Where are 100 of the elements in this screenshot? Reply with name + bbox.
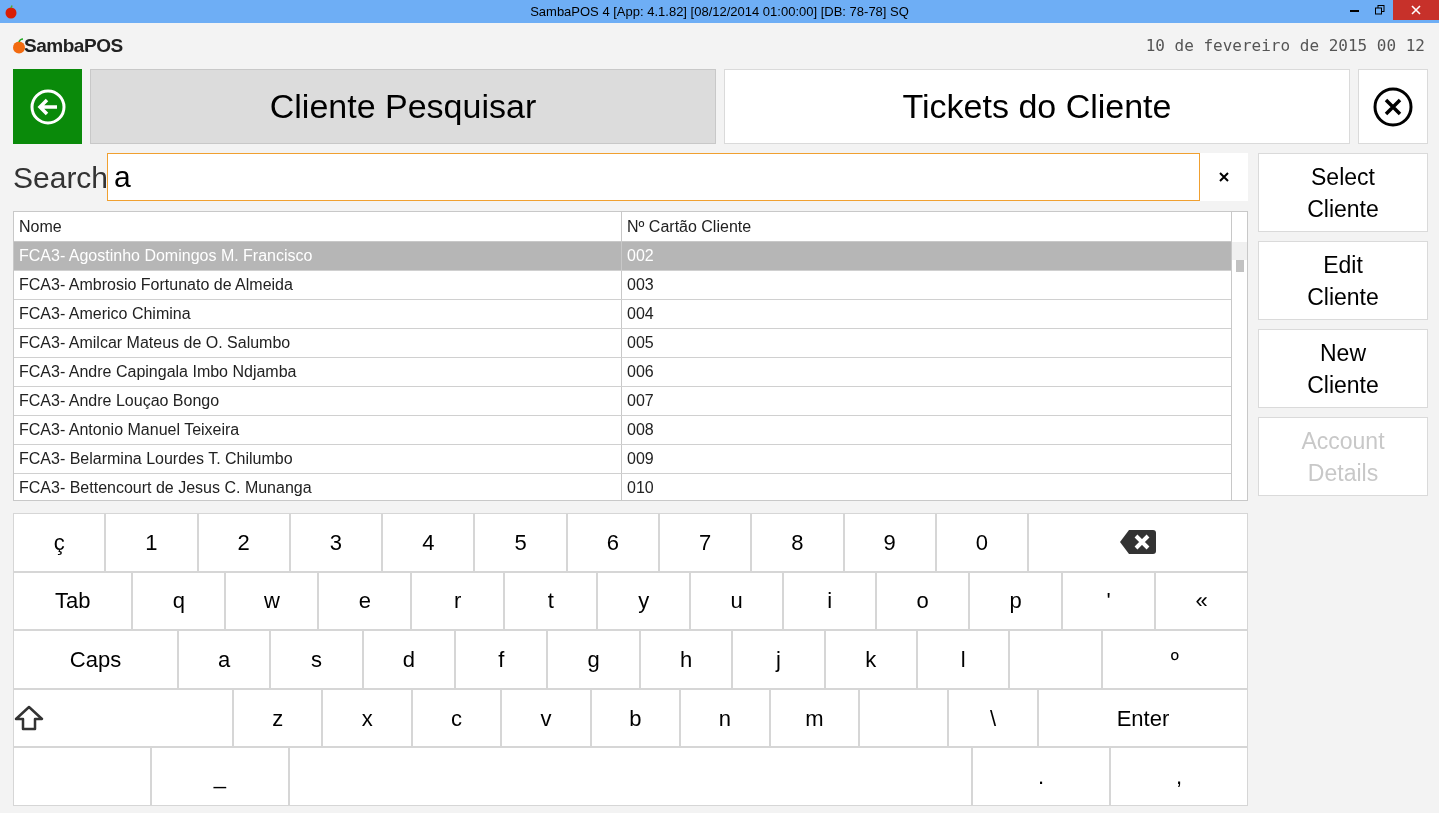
table-row[interactable]: FCA3- Belarmina Lourdes T. Chilumbo 009: [14, 445, 1231, 474]
table-cell-text: 009: [626, 449, 655, 469]
table-row[interactable]: FCA3- Bettencourt de Jesus C. Munanga 010: [14, 474, 1231, 500]
scrollbar[interactable]: [1231, 212, 1247, 500]
keyboard-key[interactable]: k: [824, 630, 917, 689]
keyboard-key[interactable]: w: [225, 571, 319, 631]
column-header[interactable]: Nome: [14, 212, 622, 241]
action-button[interactable]: Select Cliente: [1258, 153, 1428, 232]
keyboard-key[interactable]: d: [362, 630, 456, 689]
keyboard-key[interactable]: r: [411, 571, 505, 631]
search-field[interactable]: a: [107, 153, 1200, 201]
keyboard-key[interactable]: f: [455, 630, 548, 689]
column-header[interactable]: Nº Cartão Cliente: [622, 212, 1231, 241]
table-cell-text: 007: [626, 391, 655, 411]
keyboard-key[interactable]: º: [1101, 630, 1248, 689]
backspace-icon: [1119, 529, 1157, 556]
keyboard-key[interactable]: Caps: [13, 630, 179, 689]
blank-key[interactable]: [859, 688, 949, 748]
keyboard-key[interactable]: j: [732, 630, 825, 689]
keyboard-key[interactable]: i: [783, 571, 877, 631]
keyboard-key[interactable]: h: [639, 630, 733, 689]
search-label: Search: [13, 159, 107, 196]
keyboard-key[interactable]: v: [501, 688, 591, 748]
action-button[interactable]: Edit Cliente: [1258, 241, 1428, 320]
keyboard-key[interactable]: a: [178, 630, 271, 689]
apple-icon: [4, 4, 18, 19]
keyboard-key[interactable]: 9: [843, 513, 936, 572]
blank-key[interactable]: [13, 747, 151, 806]
logo-text: SambaPOS: [24, 33, 123, 58]
keyboard-key[interactable]: \: [948, 688, 1038, 748]
keyboard-key[interactable]: x: [322, 688, 412, 748]
keyboard-key[interactable]: z: [233, 688, 323, 748]
table-cell: FCA3- Antonio Manuel Teixeira: [14, 416, 622, 444]
keyboard-key[interactable]: b: [590, 688, 681, 748]
keyboard-key[interactable]: Tab: [13, 571, 133, 631]
keyboard-key[interactable]: 2: [197, 513, 290, 572]
close-icon: [1218, 171, 1230, 183]
table-row[interactable]: FCA3- Andre Capingala Imbo Ndjamba 006: [14, 358, 1231, 387]
table-cell: FCA3- Bettencourt de Jesus C. Munanga: [14, 474, 622, 500]
blank-key[interactable]: [288, 747, 973, 806]
table-cell: FCA3- Americo Chimina: [14, 300, 622, 328]
table-cell-text: 005: [626, 333, 655, 353]
table-cell-text: 008: [626, 420, 655, 440]
table-row[interactable]: FCA3- Ambrosio Fortunato de Almeida 003: [14, 271, 1231, 300]
nav-tab[interactable]: Cliente Pesquisar: [90, 69, 716, 144]
keyboard-key[interactable]: Enter: [1037, 688, 1249, 748]
restore-icon: [1375, 5, 1385, 15]
keyboard-key[interactable]: _: [150, 747, 289, 806]
table-cell: FCA3- Agostinho Domingos M. Francisco: [14, 242, 622, 270]
table-row[interactable]: FCA3- Americo Chimina 004: [14, 300, 1231, 329]
keyboard-key[interactable]: n: [680, 688, 770, 748]
keyboard-key[interactable]: 4: [382, 513, 475, 572]
keyboard-key[interactable]: c: [411, 688, 502, 748]
keyboard-key[interactable]: u: [690, 571, 784, 631]
keyboard-key[interactable]: «: [1155, 571, 1248, 631]
keyboard-key[interactable]: 7: [658, 513, 752, 572]
keyboard-key[interactable]: 1: [105, 513, 198, 572]
date-time: 10 de fevereiro de 2015 00 12: [1145, 35, 1425, 57]
table-row[interactable]: FCA3- Amilcar Mateus de O. Salumbo 005: [14, 329, 1231, 358]
table-cell: FCA3- Amilcar Mateus de O. Salumbo: [14, 329, 622, 357]
table-cell: FCA3- Andre Louçao Bongo: [14, 387, 622, 415]
close-circle-icon: [1373, 86, 1413, 127]
table-row[interactable]: FCA3- Andre Louçao Bongo 007: [14, 387, 1231, 416]
table-cell: FCA3- Andre Capingala Imbo Ndjamba: [14, 358, 622, 386]
logo-icon: [12, 38, 26, 54]
keyboard-key[interactable]: 6: [566, 513, 659, 572]
table-cell-text: 010: [626, 478, 655, 498]
keyboard-key[interactable]: ç: [13, 513, 106, 572]
close-screen-button[interactable]: [1358, 69, 1428, 144]
keyboard-key[interactable]: 0: [935, 513, 1029, 572]
minimize-icon: [1349, 8, 1359, 12]
keyboard-key[interactable]: g: [547, 630, 640, 689]
keyboard-key[interactable]: s: [270, 630, 363, 689]
keyboard-key[interactable]: e: [318, 571, 412, 631]
back-button[interactable]: [13, 69, 82, 144]
action-button[interactable]: New Cliente: [1258, 329, 1428, 408]
shift-key[interactable]: [13, 688, 234, 748]
keyboard-key[interactable]: ': [1062, 571, 1156, 631]
keyboard-key[interactable]: 8: [751, 513, 844, 572]
keyboard-key[interactable]: o: [876, 571, 970, 631]
keyboard-key[interactable]: 5: [474, 513, 567, 572]
keyboard-key[interactable]: q: [132, 571, 226, 631]
keyboard-key[interactable]: l: [916, 630, 1010, 689]
keyboard-key[interactable]: p: [969, 571, 1063, 631]
keyboard-key[interactable]: m: [769, 688, 859, 748]
keyboard-key[interactable]: .: [972, 747, 1111, 806]
nav-tab[interactable]: Tickets do Cliente: [724, 69, 1350, 144]
keyboard-key[interactable]: y: [597, 571, 691, 631]
blank-key[interactable]: [1009, 630, 1102, 689]
table-cell-text: 002: [626, 246, 655, 266]
table-row[interactable]: FCA3- Antonio Manuel Teixeira 008: [14, 416, 1231, 445]
window-title: SambaPOS 4 [App: 4.1.82] [08/12/2014 01:00:00] [DB: 78-78] SQ: [530, 2, 909, 21]
keyboard-key[interactable]: ,: [1110, 747, 1248, 806]
keyboard-key[interactable]: t: [504, 571, 598, 631]
table-cell: FCA3- Ambrosio Fortunato de Almeida: [14, 271, 622, 299]
table-cell-text: 006: [626, 362, 655, 382]
table-cell: FCA3- Belarmina Lourdes T. Chilumbo: [14, 445, 622, 473]
close-icon: [1411, 5, 1421, 15]
backspace-key[interactable]: [1028, 513, 1248, 572]
keyboard-key[interactable]: 3: [289, 513, 383, 572]
